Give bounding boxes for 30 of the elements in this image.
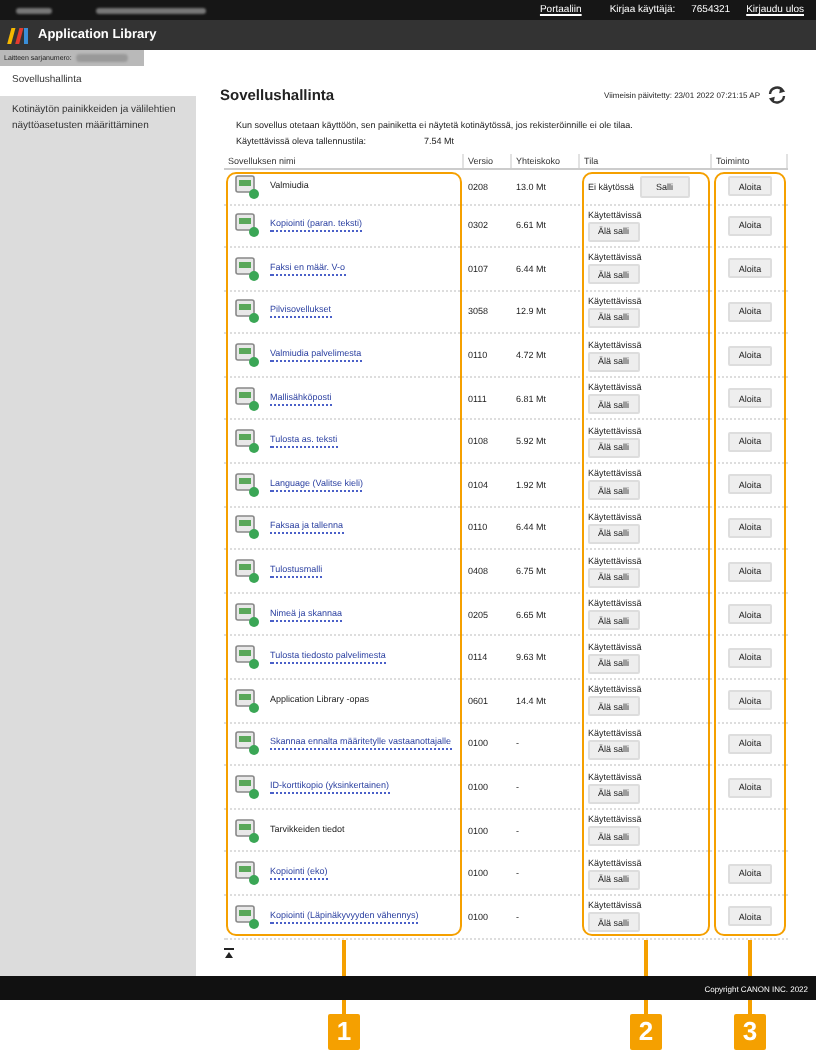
app-icon xyxy=(234,298,260,325)
app-icon xyxy=(234,860,260,887)
app-icon xyxy=(234,687,260,714)
callout-number: 3 xyxy=(734,1014,766,1050)
app-icon xyxy=(234,903,260,930)
leader-line xyxy=(644,939,647,1014)
logo-icon xyxy=(6,25,30,45)
leader-line xyxy=(748,939,751,1014)
app-icon xyxy=(234,817,260,844)
refresh-icon xyxy=(766,84,788,106)
app-icon xyxy=(234,173,260,200)
app-icon xyxy=(234,212,260,239)
scroll-top-icon xyxy=(224,947,234,958)
leader-line xyxy=(342,939,345,1014)
app-icon xyxy=(234,514,260,541)
redacted-label xyxy=(96,7,206,13)
app-icon xyxy=(234,601,260,628)
app-icon xyxy=(234,774,260,801)
redacted-label xyxy=(16,7,52,13)
callout-number: 2 xyxy=(630,1014,662,1050)
app-icon xyxy=(234,255,260,282)
app-icon xyxy=(234,342,260,369)
app-icon xyxy=(234,471,260,498)
callout-number: 1 xyxy=(328,1014,360,1050)
redacted-label xyxy=(75,54,128,62)
app-icon xyxy=(234,428,260,455)
app-icon xyxy=(234,730,260,757)
app-icon xyxy=(234,644,260,671)
app-icon xyxy=(234,385,260,412)
app-icon xyxy=(234,558,260,585)
